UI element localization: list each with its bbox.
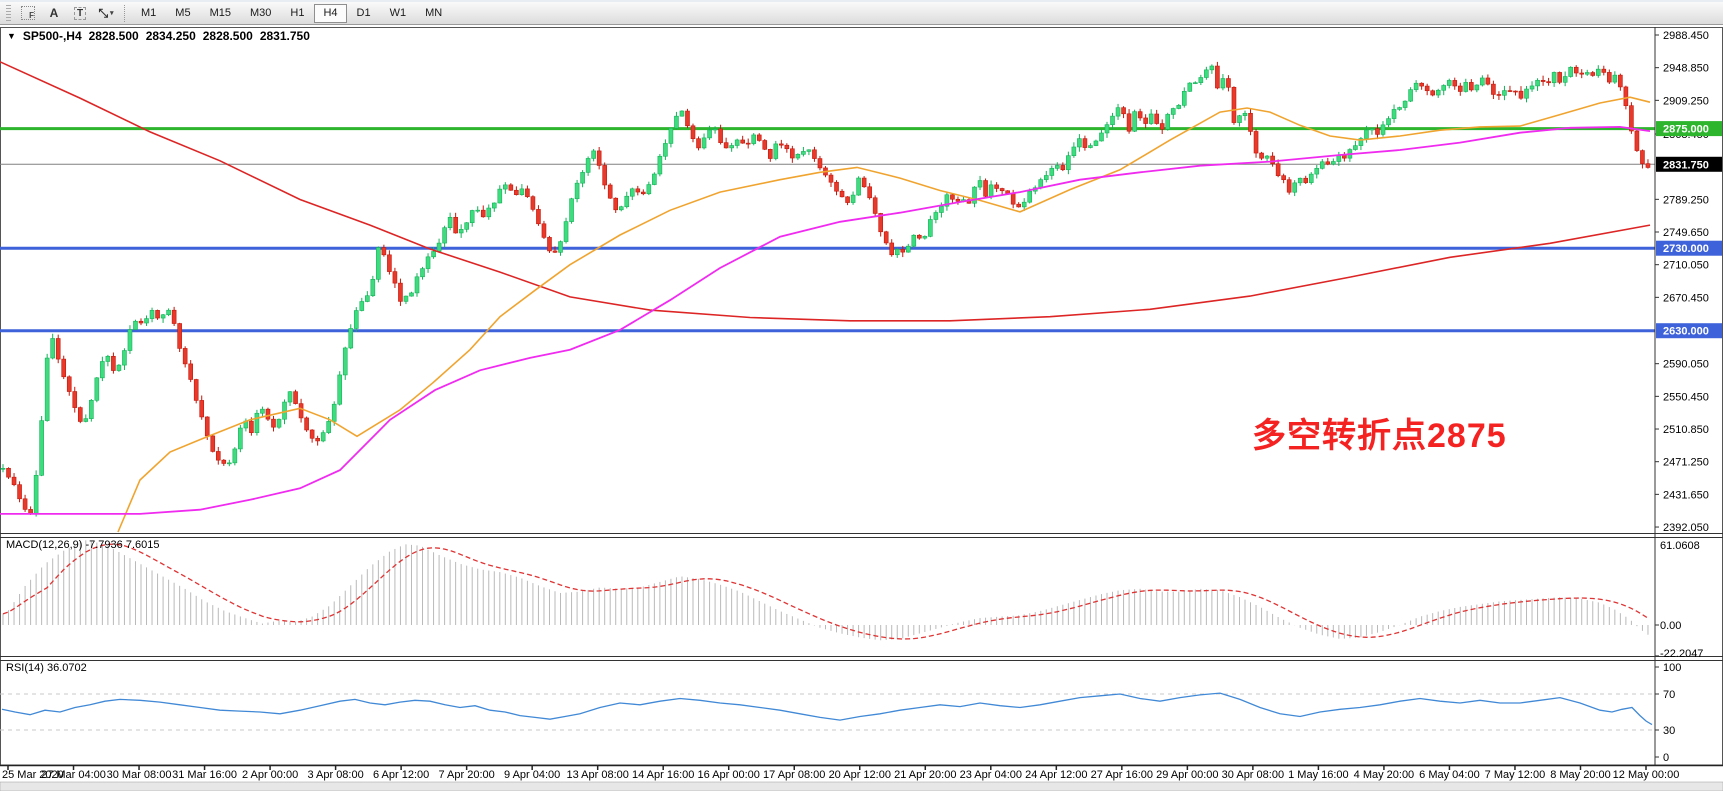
grid-icon: F	[21, 6, 35, 20]
time-axis-label: 2 Apr 00:00	[242, 769, 298, 781]
time-axis-label: 1 May 16:00	[1288, 769, 1349, 781]
time-axis-label: 16 Apr 00:00	[698, 769, 760, 781]
time-axis-label: 7 May 12:00	[1485, 769, 1546, 781]
timeframe-button-H1[interactable]: H1	[281, 4, 313, 23]
text-label-tool-button[interactable]: T	[68, 3, 92, 24]
period-grid-tool-button[interactable]: F	[16, 3, 40, 24]
time-axis-label: 24 Apr 12:00	[1025, 769, 1087, 781]
time-axis-label: 12 May 00:00	[1613, 769, 1680, 781]
time-axis-label: 13 Apr 08:00	[566, 769, 628, 781]
trading-platform-window: F A T ⤡ ▾ M1M5M15M30H1H4D1W1MN ▼ SP500-,…	[0, 0, 1723, 791]
time-axis-label: 30 Mar 08:00	[107, 769, 172, 781]
main-chart-area[interactable]	[0, 27, 1655, 533]
timeframe-button-MN[interactable]: MN	[416, 4, 451, 23]
timeframe-button-M5[interactable]: M5	[166, 4, 199, 23]
timeframe-button-M1[interactable]: M1	[132, 4, 165, 23]
time-axis-label: 4 May 20:00	[1354, 769, 1415, 781]
ohlc-close: 2831.750	[260, 29, 310, 43]
rsi-indicator-label: RSI(14) 36.0702	[6, 662, 87, 674]
time-axis-label: 30 Apr 08:00	[1222, 769, 1284, 781]
text-label-icon: T	[74, 7, 86, 20]
time-axis-label: 6 Apr 12:00	[373, 769, 429, 781]
time-axis-label: 20 Apr 12:00	[829, 769, 891, 781]
price-axis-area[interactable]	[1655, 27, 1723, 765]
timeframe-button-W1[interactable]: W1	[381, 4, 416, 23]
time-axis-label: 9 Apr 04:00	[504, 769, 560, 781]
timeframe-button-M15[interactable]: M15	[201, 4, 240, 23]
timeframe-group: M1M5M15M30H1H4D1W1MN	[132, 4, 451, 23]
time-axis-label: 7 Apr 20:00	[438, 769, 494, 781]
timeframe-button-D1[interactable]: D1	[348, 4, 380, 23]
arrows-icon: ⤡	[98, 6, 108, 21]
time-axis-label: 17 Apr 08:00	[763, 769, 825, 781]
time-axis-label: 21 Apr 20:00	[894, 769, 956, 781]
time-axis-label: 27 Mar 04:00	[41, 769, 106, 781]
time-axis-label: 8 May 20:00	[1550, 769, 1611, 781]
annotation-text[interactable]: 多空转折点2875	[1252, 408, 1507, 457]
ohlc-high: 2834.250	[146, 29, 196, 43]
toolbar-separator	[124, 5, 126, 22]
macd-indicator-label: MACD(12,26,9) -7.7936 7.6015	[6, 539, 159, 551]
time-axis-label: 14 Apr 16:00	[632, 769, 694, 781]
time-axis-label: 31 Mar 16:00	[172, 769, 237, 781]
ohlc-open: 2828.500	[89, 29, 139, 43]
time-axis-label: 29 Apr 00:00	[1156, 769, 1218, 781]
time-axis-label: 23 Apr 04:00	[960, 769, 1022, 781]
chevron-down-icon: ▾	[110, 9, 114, 17]
toolbar-drag-handle[interactable]	[6, 5, 11, 21]
chart-header[interactable]: ▼ SP500-,H4 2828.500 2834.250 2828.500 2…	[7, 29, 310, 43]
arrows-tool-button[interactable]: ⤡ ▾	[94, 3, 118, 24]
chart-symbol-label: SP500-,H4	[23, 29, 82, 43]
font-icon: A	[50, 6, 59, 20]
time-axis-label: 6 May 04:00	[1419, 769, 1480, 781]
ohlc-low: 2828.500	[203, 29, 253, 43]
toolbar: F A T ⤡ ▾ M1M5M15M30H1H4D1W1MN	[0, 0, 1723, 25]
macd-area[interactable]	[0, 537, 1655, 656]
rsi-area[interactable]	[0, 660, 1655, 765]
timeframe-button-H4[interactable]: H4	[314, 4, 346, 23]
chart-dropdown-icon[interactable]: ▼	[7, 31, 16, 41]
time-axis[interactable]: 25 Mar 202027 Mar 04:0030 Mar 08:0031 Ma…	[0, 765, 1723, 781]
font-tool-button[interactable]: A	[42, 3, 66, 24]
time-axis-label: 27 Apr 16:00	[1091, 769, 1153, 781]
bottom-scroll-strip[interactable]	[0, 782, 1723, 791]
time-axis-label: 3 Apr 08:00	[307, 769, 363, 781]
timeframe-button-M30[interactable]: M30	[241, 4, 280, 23]
